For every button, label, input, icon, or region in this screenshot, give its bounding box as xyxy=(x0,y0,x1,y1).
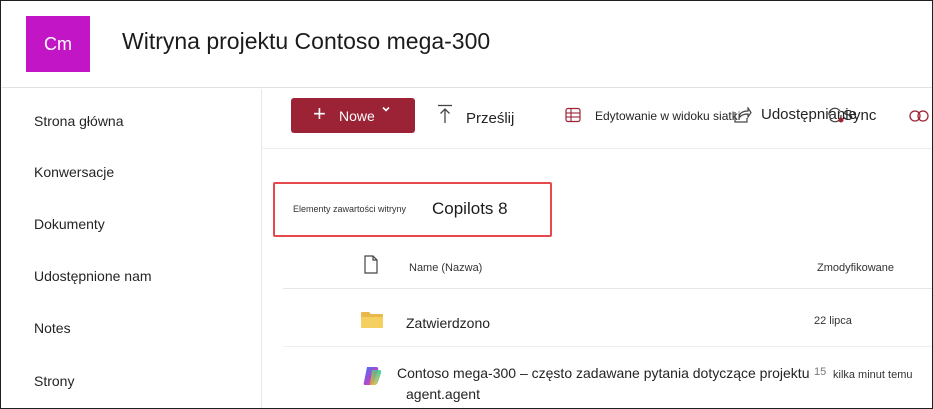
list-header: Name (Nazwa) Zmodyfikowane xyxy=(283,249,932,289)
grid-view-icon[interactable] xyxy=(565,107,581,123)
column-header-modified[interactable]: Zmodyfikowane xyxy=(817,262,894,274)
app-window: Cm Witryna projektu Contoso mega-300 Str… xyxy=(0,0,933,409)
folder-icon xyxy=(360,311,384,329)
site-header: Cm Witryna projektu Contoso mega-300 xyxy=(2,2,932,88)
item-name-line2[interactable]: agent.agent xyxy=(406,386,480,402)
sidebar-item-shared-with-us[interactable]: Udostępnione nam xyxy=(34,268,152,284)
breadcrumb: Elementy zawartości witryny Copilots 8 xyxy=(273,182,552,237)
grid-edit-button[interactable]: Edytowanie w widoku siatki xyxy=(595,109,740,123)
item-modified: kilka minut temu xyxy=(833,369,913,381)
command-bar: + Nowe Prześlij Edytowanie w widoku siat… xyxy=(263,89,932,149)
sidebar-item-conversations[interactable]: Konwersacje xyxy=(34,164,114,180)
share-icon[interactable] xyxy=(734,107,752,123)
item-modified: 22 lipca xyxy=(814,315,852,327)
link-icon[interactable] xyxy=(909,110,929,122)
chevron-down-icon xyxy=(381,104,391,114)
list-item[interactable]: Zatwierdzono 22 lipca xyxy=(283,292,932,347)
sidebar-item-home[interactable]: Strona główna xyxy=(34,113,124,129)
sidebar-item-pages[interactable]: Strony xyxy=(34,373,74,389)
breadcrumb-parent[interactable]: Elementy zawartości witryny xyxy=(293,204,406,214)
file-type-icon[interactable] xyxy=(363,255,379,274)
breadcrumb-current: Copilots 8 xyxy=(432,199,508,218)
plus-icon: + xyxy=(313,101,326,126)
copilot-agent-icon xyxy=(361,365,383,387)
new-button-label: Nowe xyxy=(339,108,375,124)
list-item[interactable]: Contoso mega-300 – często zadawane pytan… xyxy=(283,348,932,408)
upload-button[interactable]: Prześlij xyxy=(466,110,514,127)
site-title[interactable]: Witryna projektu Contoso mega-300 xyxy=(122,28,490,55)
sidebar-item-notes[interactable]: Notes xyxy=(34,320,71,336)
main-content: + Nowe Prześlij Edytowanie w widoku siat… xyxy=(263,89,932,408)
upload-icon[interactable] xyxy=(437,104,453,124)
item-name[interactable]: Zatwierdzono xyxy=(406,315,490,331)
item-modified-prefix: 15 xyxy=(814,366,827,378)
sidebar-item-documents[interactable]: Dokumenty xyxy=(34,216,105,232)
sidebar: Strona główna Konwersacje Dokumenty Udos… xyxy=(2,89,262,408)
item-name[interactable]: Contoso mega-300 – często zadawane pytan… xyxy=(397,365,809,381)
sync-button[interactable]: Sync xyxy=(843,107,876,124)
site-logo[interactable]: Cm xyxy=(26,16,90,72)
new-button[interactable]: + Nowe xyxy=(291,98,415,133)
sync-icon[interactable] xyxy=(826,106,844,124)
column-header-name[interactable]: Name (Nazwa) xyxy=(409,262,482,274)
site-logo-text: Cm xyxy=(44,33,72,54)
